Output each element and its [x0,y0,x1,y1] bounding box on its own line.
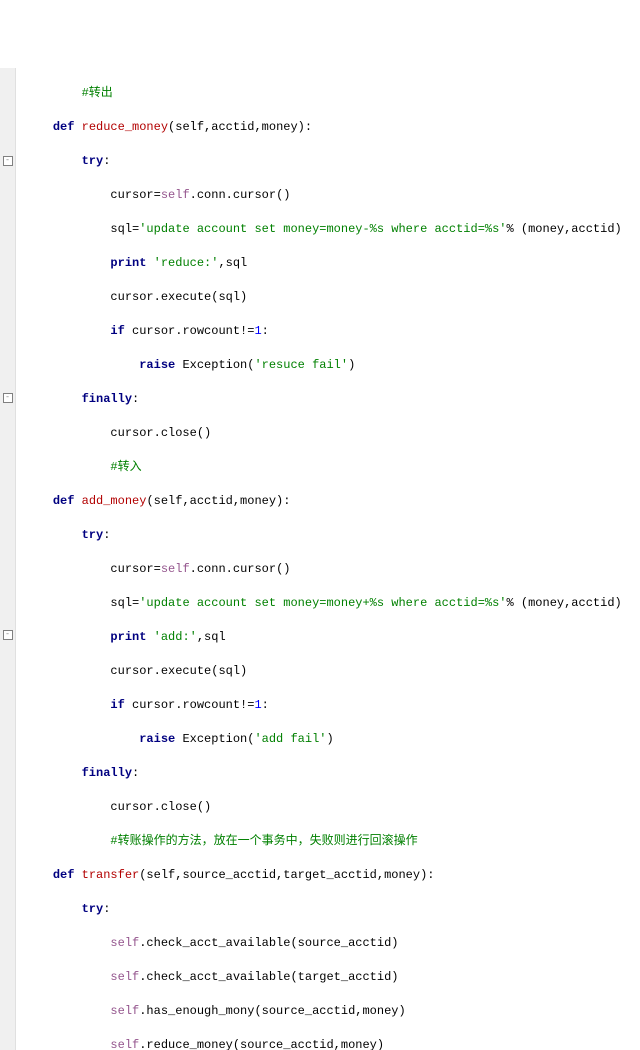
fold-toggle-icon[interactable]: - [3,630,13,640]
code-line[interactable]: raise Exception('resuce fail') [24,357,622,374]
code-line[interactable]: def transfer(self,source_acctid,target_a… [24,867,622,884]
code-line[interactable]: #转出 [24,85,622,102]
code-line[interactable]: print 'reduce:',sql [24,255,622,272]
code-editor[interactable]: - - - #转出 def reduce_money(self,acctid,m… [0,68,640,1050]
code-line[interactable]: finally: [24,391,622,408]
fold-toggle-icon[interactable]: - [3,393,13,403]
code-line[interactable]: def add_money(self,acctid,money): [24,493,622,510]
code-line[interactable]: sql='update account set money=money+%s w… [24,595,622,612]
code-line[interactable]: self.check_acct_available(target_acctid) [24,969,622,986]
code-line[interactable]: self.check_acct_available(source_acctid) [24,935,622,952]
code-line[interactable]: if cursor.rowcount!=1: [24,697,622,714]
code-line[interactable]: cursor=self.conn.cursor() [24,187,622,204]
code-line[interactable]: self.has_enough_mony(source_acctid,money… [24,1003,622,1020]
code-line[interactable]: try: [24,153,622,170]
code-line[interactable]: finally: [24,765,622,782]
code-line[interactable]: cursor=self.conn.cursor() [24,561,622,578]
fold-toggle-icon[interactable]: - [3,156,13,166]
fold-gutter[interactable]: - - - [0,68,16,1050]
code-line[interactable]: try: [24,527,622,544]
code-line[interactable]: cursor.close() [24,799,622,816]
code-line[interactable]: self.reduce_money(source_acctid,money) [24,1037,622,1050]
code-line[interactable]: sql='update account set money=money-%s w… [24,221,622,238]
code-line[interactable]: try: [24,901,622,918]
code-line[interactable]: cursor.execute(sql) [24,663,622,680]
code-line[interactable]: #转入 [24,459,622,476]
code-line[interactable]: if cursor.rowcount!=1: [24,323,622,340]
code-line[interactable]: raise Exception('add fail') [24,731,622,748]
code-line[interactable]: def reduce_money(self,acctid,money): [24,119,622,136]
code-line[interactable]: cursor.close() [24,425,622,442]
code-line[interactable]: cursor.execute(sql) [24,289,622,306]
code-line[interactable]: print 'add:',sql [24,629,622,646]
code-area[interactable]: #转出 def reduce_money(self,acctid,money):… [16,68,622,1050]
code-line[interactable]: #转账操作的方法，放在一个事务中，失败则进行回滚操作 [24,833,622,850]
